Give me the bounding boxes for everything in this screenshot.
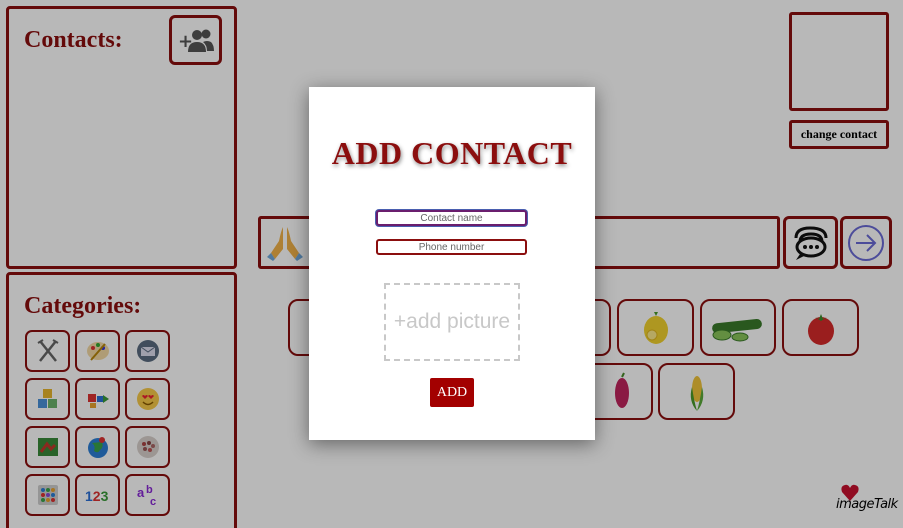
add-picture-dropzone[interactable]: +add picture (384, 283, 520, 361)
phone-number-input[interactable] (376, 239, 527, 255)
add-button[interactable]: ADD (430, 378, 474, 407)
modal-title: ADD CONTACT (331, 135, 573, 171)
add-contact-modal: ADD CONTACT +add picture ADD (309, 87, 595, 440)
contact-name-input[interactable] (376, 210, 527, 226)
